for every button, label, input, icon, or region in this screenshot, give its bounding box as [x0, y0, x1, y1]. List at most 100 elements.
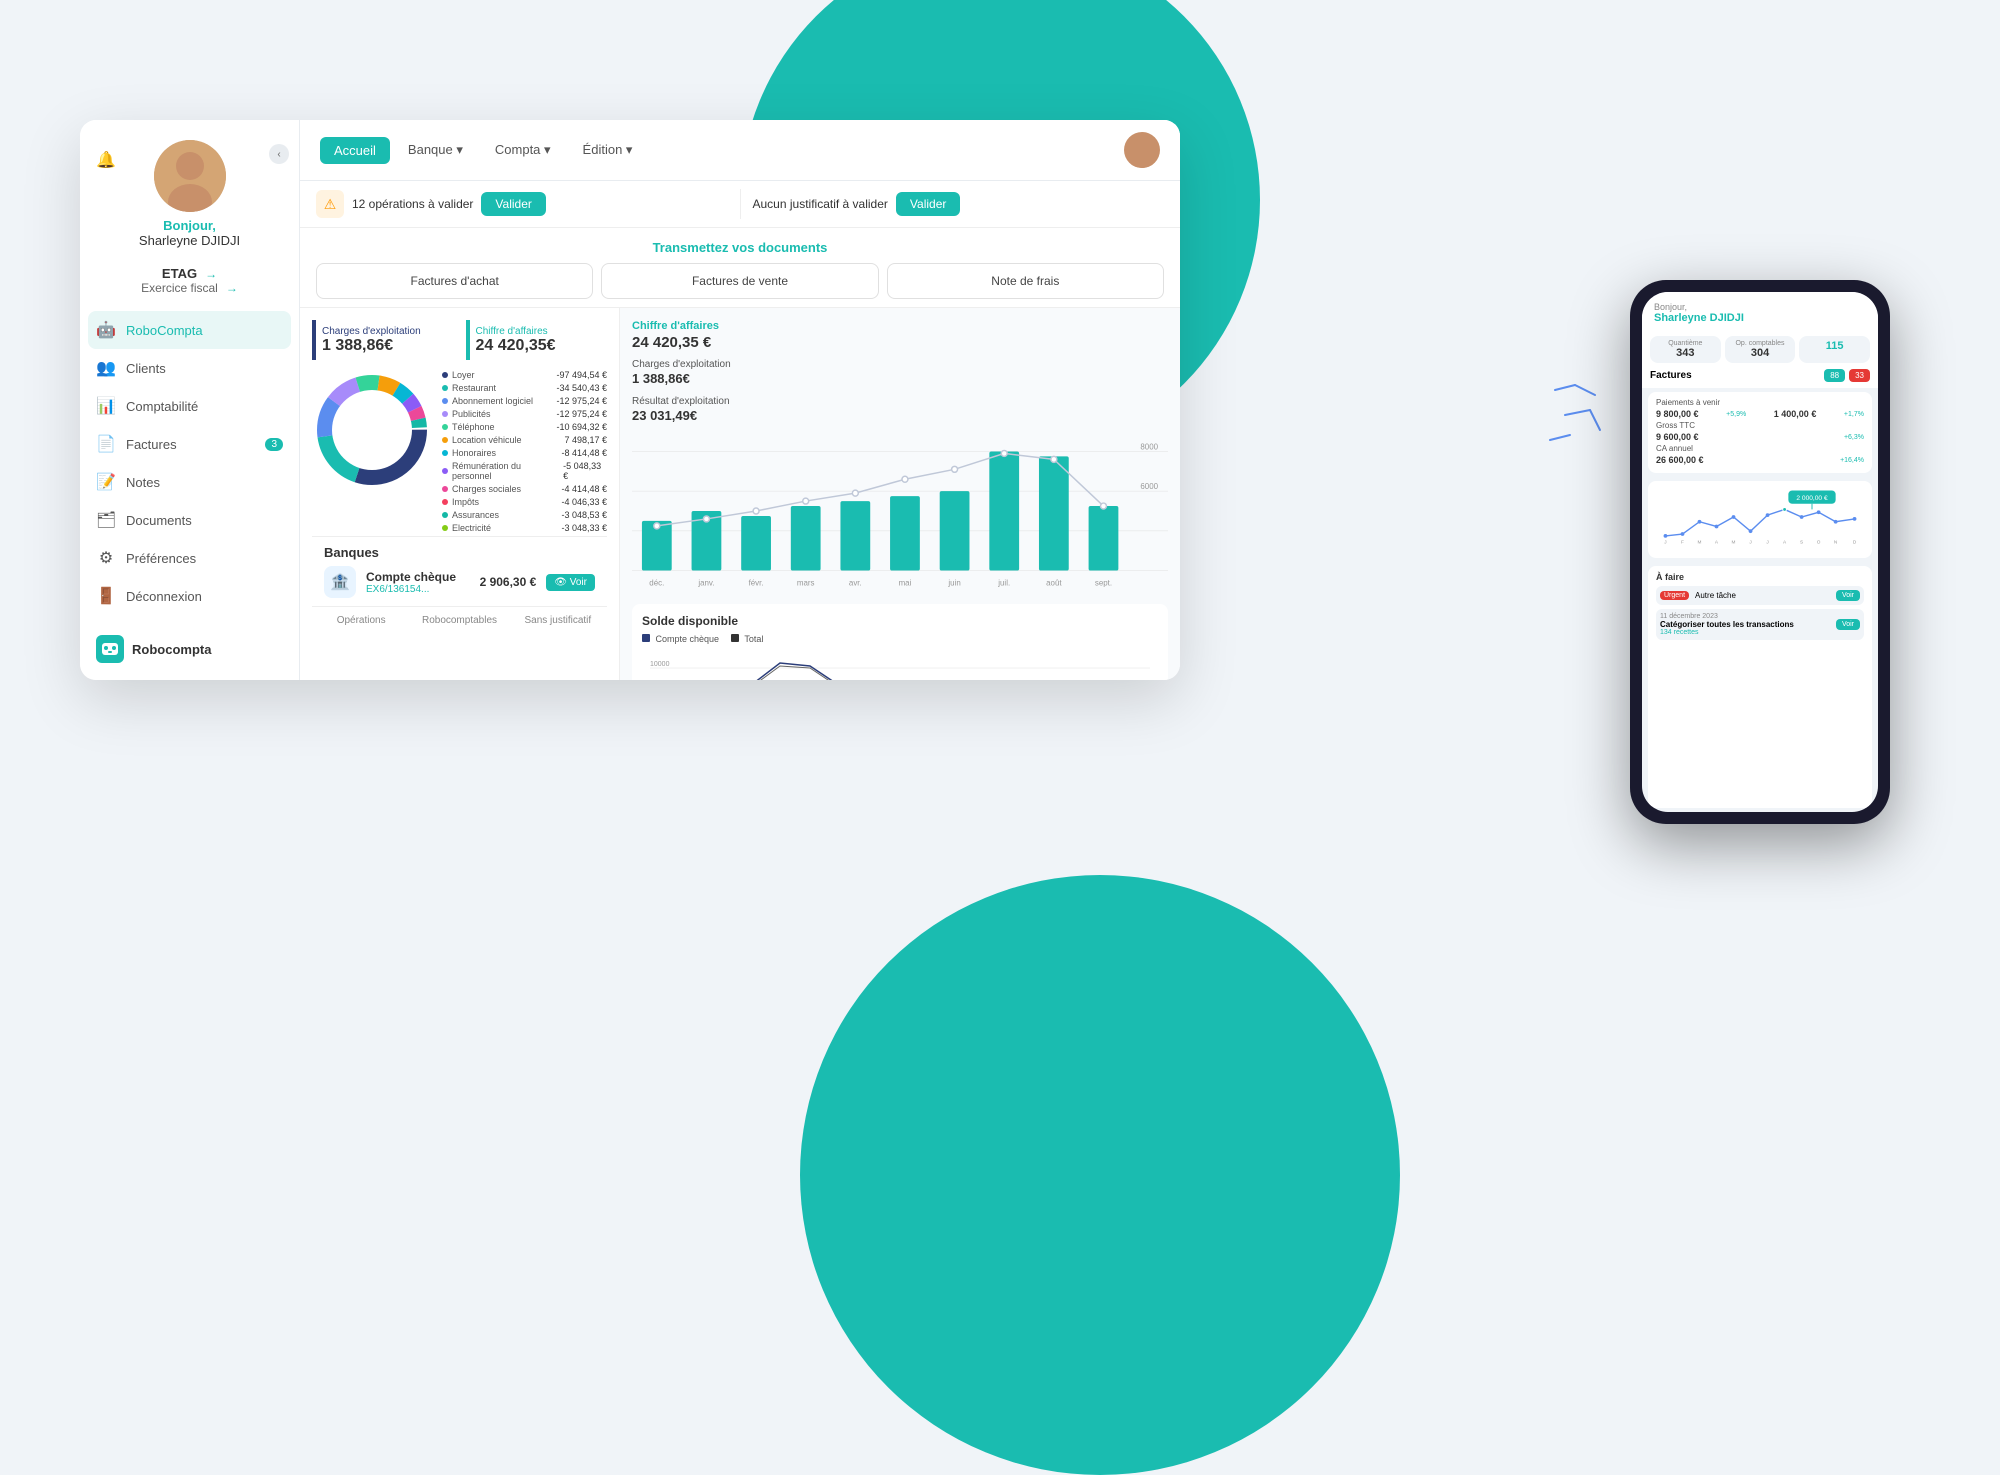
- topbar-banque-button[interactable]: Banque ▾: [394, 136, 477, 164]
- sidebar-nav: 🤖 RoboCompta 👥 Clients 📊 Comptabilité 📄 …: [80, 303, 299, 623]
- alert-validate-left-button[interactable]: Valider: [481, 192, 545, 216]
- factures-vente-button[interactable]: Factures de vente: [601, 263, 878, 299]
- sidebar-item-comptabilite[interactable]: 📊 Comptabilité: [80, 387, 299, 425]
- svg-text:J: J: [1766, 539, 1769, 545]
- robocompta-icon: 🤖: [96, 320, 116, 340]
- sidebar-item-notes[interactable]: 📝 Notes: [80, 463, 299, 501]
- main-container: 🔔 ‹ Bonjour, Sharleyne DJIDJI ETAG → Exe…: [80, 120, 1180, 680]
- tab-sans-justificatif[interactable]: Sans justificatif: [509, 607, 607, 636]
- legend-value-honoraires: -8 414,48 €: [561, 448, 607, 458]
- phone-stat-quantieme-label: Quantième: [1656, 340, 1715, 347]
- phone-voir-button-2[interactable]: Voir: [1836, 619, 1860, 630]
- tab-robocomptables[interactable]: Robocomptables: [410, 607, 508, 636]
- fiscal-arrow-icon[interactable]: →: [226, 281, 238, 295]
- legend-label-charges-sociales: Charges sociales: [452, 484, 521, 494]
- documents-title: Transmettez vos documents: [316, 240, 1164, 255]
- svg-text:10000: 10000: [650, 661, 670, 668]
- bank-icon: 🏦: [324, 566, 356, 598]
- legend-value-location: 7 498,17 €: [564, 435, 607, 445]
- alert-validate-right-button[interactable]: Valider: [896, 192, 960, 216]
- legend-loyer: Loyer -97 494,54 €: [442, 370, 607, 380]
- banks-title: Banques: [324, 545, 595, 560]
- svg-text:sept.: sept.: [1095, 578, 1112, 587]
- phone-task-item-1: Urgent Autre tâche Voir: [1656, 586, 1864, 605]
- bank-balance: 2 906,30 €: [480, 575, 537, 589]
- phone-task-2-date: 11 décembre 2023: [1660, 613, 1794, 620]
- greeting: Bonjour, Sharleyne DJIDJI: [139, 218, 240, 248]
- phone-gross-values: 9 600,00 € +6,3%: [1656, 432, 1864, 442]
- company-arrow-icon[interactable]: →: [205, 267, 217, 281]
- phone-stat-quantieme-value: 343: [1656, 347, 1715, 359]
- phone-task-2-text: Catégoriser toutes les transactions: [1660, 620, 1794, 629]
- phone-tasks-title: À faire: [1656, 572, 1864, 582]
- sidebar-item-documents[interactable]: 🗂 Documents: [80, 501, 299, 539]
- legend-label-loyer: Loyer: [452, 370, 475, 380]
- right-panel: Chiffre d'affaires 24 420,35 € Charges d…: [620, 308, 1180, 680]
- phone-ca-annuel-label: CA annuel: [1656, 444, 1693, 453]
- phone-badges: 88 33: [1824, 369, 1870, 382]
- note-frais-button[interactable]: Note de frais: [887, 263, 1164, 299]
- sidebar-item-deconnexion[interactable]: 🚪 Déconnexion: [80, 577, 299, 615]
- phone-ca-value: 1 400,00 €: [1774, 409, 1817, 419]
- legend-restaurant: Restaurant -34 540,43 €: [442, 383, 607, 393]
- phone-ca-pct: +1,7%: [1844, 411, 1864, 418]
- documents-section: Transmettez vos documents Factures d'ach…: [300, 228, 1180, 308]
- svg-text:N: N: [1834, 539, 1838, 545]
- phone-ca-annuel-value: 26 600,00 €: [1656, 455, 1704, 465]
- legend-dot-charges-sociales: [442, 486, 448, 492]
- legend-label-remuneration: Rémunération du personnel: [452, 461, 559, 481]
- phone-gross-row: Gross TTC: [1656, 421, 1864, 430]
- phone-factures-row: Factures 88 33: [1642, 369, 1878, 388]
- svg-text:8000: 8000: [1140, 442, 1158, 451]
- svg-text:J: J: [1749, 539, 1752, 545]
- charges-bar: [312, 320, 316, 360]
- clients-icon: 👥: [96, 358, 116, 378]
- phone-gross-value: 9 600,00 €: [1656, 432, 1699, 442]
- sidebar-item-deconnexion-label: Déconnexion: [126, 589, 202, 604]
- phone-screen: Bonjour, Sharleyne DJIDJI Quantième 343 …: [1642, 292, 1878, 812]
- documents-buttons: Factures d'achat Factures de vente Note …: [316, 263, 1164, 299]
- sidebar-item-robocompta-label: RoboCompta: [126, 323, 203, 338]
- topbar-avatar: [1124, 132, 1160, 168]
- svg-text:D: D: [1853, 539, 1857, 545]
- legend-dot-publicites: [442, 411, 448, 417]
- bank-voir-button[interactable]: 👁 Voir: [546, 574, 595, 591]
- sidebar-item-factures[interactable]: 📄 Factures 3: [80, 425, 299, 463]
- topbar-accueil-button[interactable]: Accueil: [320, 137, 390, 164]
- sidebar-item-robocompta[interactable]: 🤖 RoboCompta: [88, 311, 291, 349]
- sidebar-item-preferences[interactable]: ⚙ Préférences: [80, 539, 299, 577]
- phone-line-chart: 2 000,00 €: [1656, 487, 1864, 547]
- legend-label-restaurant: Restaurant: [452, 383, 496, 393]
- right-result-value: 23 031,49€: [632, 408, 1168, 423]
- legend-abonnement: Abonnement logiciel -12 975,24 €: [442, 396, 607, 406]
- svg-text:2 000,00 €: 2 000,00 €: [1796, 495, 1828, 502]
- company-name: ETAG: [162, 266, 197, 281]
- collapse-button[interactable]: ‹: [269, 144, 289, 164]
- sidebar-logo-text: Robocompta: [132, 642, 211, 657]
- phone-ca-annuel-values: 26 600,00 € +16,4%: [1656, 455, 1864, 465]
- legend-dot-location: [442, 437, 448, 443]
- phone-badge-2: 33: [1849, 369, 1870, 382]
- legend-value-restaurant: -34 540,43 €: [556, 383, 607, 393]
- sidebar: 🔔 ‹ Bonjour, Sharleyne DJIDJI ETAG → Exe…: [80, 120, 300, 680]
- svg-text:6000: 6000: [1140, 482, 1158, 491]
- phone-voir-button-1[interactable]: Voir: [1836, 590, 1860, 601]
- legend-value-publicites: -12 975,24 €: [556, 409, 607, 419]
- svg-text:déc.: déc.: [649, 578, 664, 587]
- legend-publicites: Publicités -12 975,24 €: [442, 409, 607, 419]
- left-stats: Charges d'exploitation 1 388,86€ Chiffre…: [300, 308, 620, 680]
- svg-text:janv.: janv.: [697, 578, 714, 587]
- phone-greeting: Bonjour,: [1654, 302, 1866, 312]
- topbar-compta-button[interactable]: Compta ▾: [481, 136, 565, 164]
- legend-honoraires: Honoraires -8 414,48 €: [442, 448, 607, 458]
- svg-text:août: août: [1046, 578, 1062, 587]
- solde-dot-total: [731, 634, 739, 642]
- bg-circle-bottom: [800, 875, 1400, 1475]
- sidebar-item-clients[interactable]: 👥 Clients: [80, 349, 299, 387]
- topbar-edition-button[interactable]: Édition ▾: [569, 136, 647, 164]
- tab-operations[interactable]: Opérations: [312, 607, 410, 636]
- solde-legend: Compte chèque Total: [642, 634, 1158, 644]
- factures-achat-button[interactable]: Factures d'achat: [316, 263, 593, 299]
- donut-chart: [312, 370, 432, 490]
- greeting-name: Sharleyne DJIDJI: [139, 233, 240, 248]
